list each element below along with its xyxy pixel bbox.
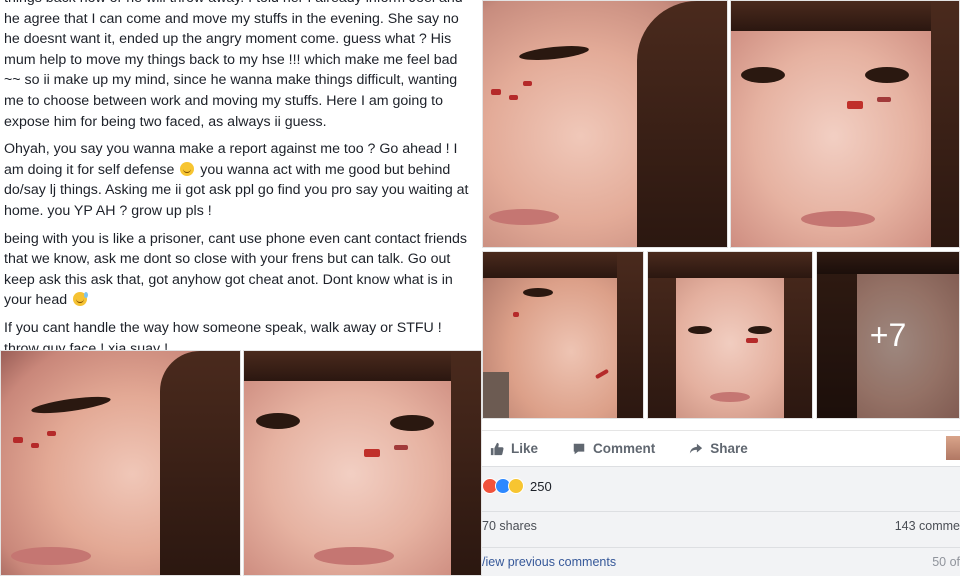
like-button[interactable]: Like xyxy=(490,441,538,456)
shares-count[interactable]: 70 shares xyxy=(482,519,537,533)
background-shelf xyxy=(483,372,509,418)
wound-mark xyxy=(513,312,519,317)
post-photo[interactable] xyxy=(243,350,482,576)
view-comments-row: /iew previous comments 50 of xyxy=(482,547,960,575)
wound-mark xyxy=(13,437,23,443)
shares-comments-row: 70 shares 143 comme xyxy=(482,511,960,539)
gallery-photo[interactable] xyxy=(482,251,644,419)
hair-shape xyxy=(617,252,643,418)
wound-mark xyxy=(877,97,891,102)
lip-shape xyxy=(801,211,875,227)
comments-paging: 50 of xyxy=(932,554,960,569)
view-previous-comments-link[interactable]: /iew previous comments xyxy=(482,555,616,569)
comments-count[interactable]: 143 comme xyxy=(895,519,960,533)
gallery-photo[interactable]: +7 xyxy=(816,251,960,419)
wound-mark xyxy=(847,101,863,109)
share-button[interactable]: Share xyxy=(689,441,748,456)
wound-mark xyxy=(594,368,610,380)
wound-mark xyxy=(31,443,39,448)
wound-mark xyxy=(509,95,518,100)
lip-shape xyxy=(710,392,750,402)
like-label: Like xyxy=(511,441,539,456)
share-label: Share xyxy=(710,441,748,456)
hair-shape xyxy=(648,252,812,278)
hair-shape xyxy=(731,1,959,31)
post-paragraph: things back now or he will throw away. I… xyxy=(4,0,463,130)
lip-shape xyxy=(489,209,559,225)
eye-shape xyxy=(741,67,785,83)
comment-bubble-icon xyxy=(573,443,585,454)
gallery-photo[interactable] xyxy=(730,0,960,248)
eye-shape xyxy=(688,326,712,334)
eye-shape xyxy=(748,326,772,334)
sweat-emoji-icon xyxy=(73,292,89,307)
share-arrow-icon xyxy=(690,443,703,453)
gallery-photo[interactable] xyxy=(482,0,728,248)
wound-mark xyxy=(394,445,408,450)
wound-mark xyxy=(364,449,380,457)
right-screenshot-panel: +7 Like Comment Share 250 70 shares 143 … xyxy=(482,0,960,576)
hair-shape xyxy=(160,351,240,575)
commenter-avatar[interactable] xyxy=(946,436,960,460)
sad-reaction-icon xyxy=(508,478,524,494)
eye-shape xyxy=(865,67,909,83)
post-action-bar: Like Comment Share xyxy=(482,430,960,466)
comment-button[interactable]: Comment xyxy=(572,441,655,456)
smile-emoji-icon xyxy=(180,161,195,176)
more-photos-overlay[interactable]: +7 xyxy=(817,252,959,418)
post-stats-footer: 250 70 shares 143 comme /iew previous co… xyxy=(482,466,960,576)
reaction-count: 250 xyxy=(530,478,552,494)
hair-shape xyxy=(637,1,727,247)
eye-shape xyxy=(523,288,553,297)
post-photo[interactable] xyxy=(0,350,241,576)
more-photos-count: +7 xyxy=(869,316,907,353)
wound-mark xyxy=(523,81,532,86)
wound-mark xyxy=(746,338,758,343)
eye-shape xyxy=(390,415,434,431)
wound-mark xyxy=(491,89,501,95)
post-text: things back now or he will throw away. I… xyxy=(0,0,482,350)
hair-shape xyxy=(451,351,481,575)
hair-shape xyxy=(244,351,481,381)
eye-shape xyxy=(30,393,112,417)
post-paragraph: If you cant handle the way how someone s… xyxy=(4,319,442,350)
post-paragraph: Ohyah, you say you wanna make a report a… xyxy=(4,139,474,221)
left-screenshot-panel: things back now or he will throw away. I… xyxy=(0,0,482,576)
gallery-photo[interactable] xyxy=(647,251,813,419)
post-paragraph: being with you is like a prisoner, cant … xyxy=(4,229,474,311)
wound-mark xyxy=(47,431,56,436)
reactions-summary[interactable]: 250 xyxy=(482,475,552,497)
lip-shape xyxy=(314,547,394,565)
comment-label: Comment xyxy=(593,441,656,456)
thumbs-up-icon xyxy=(490,442,504,455)
hair-shape xyxy=(931,1,959,247)
lip-shape xyxy=(11,547,91,565)
eye-shape xyxy=(518,43,590,63)
eye-shape xyxy=(256,413,300,429)
